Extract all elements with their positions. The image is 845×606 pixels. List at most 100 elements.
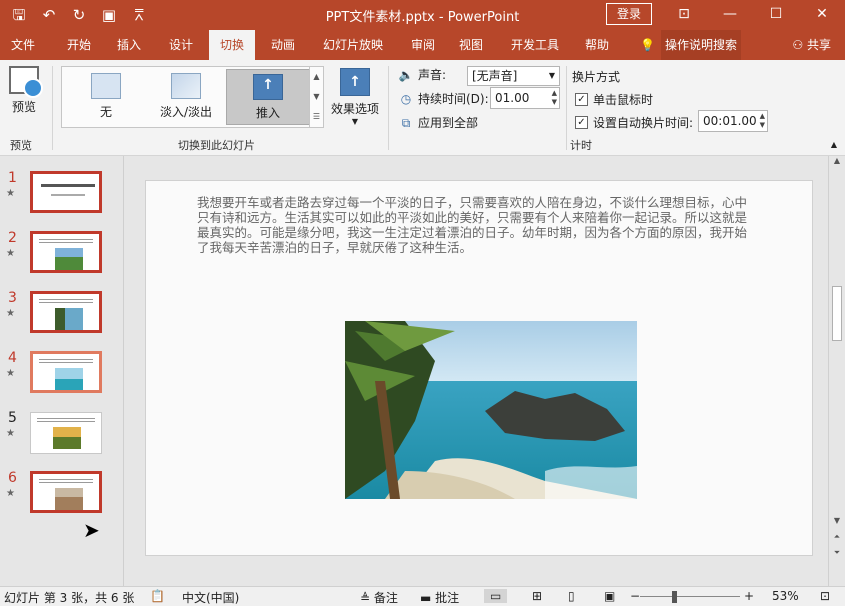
transition-none[interactable]: 无	[64, 69, 148, 125]
preview-icon	[9, 66, 43, 98]
slide-number: 2	[8, 230, 17, 246]
sound-dropdown[interactable]: [无声音] ▼	[467, 66, 560, 86]
tab-review[interactable]: 审阅	[400, 30, 446, 60]
notes-button[interactable]: ≜ 备注	[360, 589, 398, 606]
zoom-in-icon[interactable]: +	[744, 589, 754, 603]
duration-input[interactable]: 01.00 ▲ ▼	[490, 87, 560, 109]
person-icon: ⚇	[792, 38, 804, 52]
transition-fade[interactable]: 淡入/淡出	[144, 69, 228, 125]
language-status[interactable]: 中文(中国)	[182, 589, 239, 606]
scroll-down-icon[interactable]: ▼	[829, 516, 845, 525]
close-icon[interactable]: ✕	[799, 0, 845, 30]
on-click-checkbox[interactable]: ✓ 单击鼠标时	[575, 91, 653, 108]
slide-thumbnail-2[interactable]	[30, 231, 102, 273]
mini-image	[55, 248, 83, 270]
spin-arrows-icon[interactable]: ▲ ▼	[552, 89, 557, 107]
checkbox-checked-icon: ✓	[575, 116, 588, 129]
ribbon-display-icon[interactable]: ⊡	[661, 0, 707, 30]
slide-thumbnail-4[interactable]	[30, 351, 102, 393]
share-button[interactable]: ⚇ 共享	[792, 30, 831, 60]
ribbon-transitions: 预览 预览 无 淡入/淡出 推入 ▲ ▼ ☰ ↑ 效果选项 ▼ 切换到此幻灯片 …	[0, 60, 845, 156]
slide-editor: 我想要开车或者走路去穿过每一个平淡的日子，只需要喜欢的人陪在身边，不谈什么理想目…	[125, 156, 828, 586]
slide-sorter-icon[interactable]: ⊞	[532, 589, 542, 603]
zoom-out-icon[interactable]: −	[630, 589, 640, 603]
tell-me-text: 操作说明搜索	[660, 30, 741, 60]
slide-photo[interactable]	[345, 321, 637, 499]
after-time-value: 00:01.00	[703, 114, 757, 128]
login-button[interactable]: 登录	[606, 3, 652, 25]
next-slide-icon[interactable]: ⏷	[829, 548, 845, 558]
maximize-icon[interactable]: ☐	[753, 0, 799, 30]
tell-me-search[interactable]: 💡 操作说明搜索	[640, 30, 741, 60]
sound-label: 声音:	[418, 68, 447, 82]
transition-none-label: 无	[99, 105, 112, 119]
coastal-photo-image	[345, 321, 637, 499]
scroll-up-icon[interactable]: ▲	[829, 156, 845, 165]
chevron-down-icon: ▼	[548, 71, 555, 80]
window-controls: ⊡ — ☐ ✕	[661, 0, 845, 30]
animation-star-icon: ★	[6, 488, 15, 499]
tab-file[interactable]: 文件	[0, 30, 46, 60]
gallery-up-icon[interactable]: ▲	[310, 67, 323, 87]
slide-number: 1	[8, 170, 17, 186]
after-time-input[interactable]: 00:01.00 ▲ ▼	[698, 110, 768, 132]
tab-help[interactable]: 帮助	[574, 30, 620, 60]
apply-all-button[interactable]: ⧉ 应用到全部	[398, 114, 478, 131]
effect-options-button[interactable]: ↑ 效果选项 ▼	[329, 68, 381, 126]
tab-transitions[interactable]: 切换	[209, 30, 255, 60]
slide-thumbnail-1[interactable]	[30, 171, 102, 213]
zoom-slider-knob[interactable]	[672, 591, 677, 603]
spellcheck-icon[interactable]: 📋	[150, 589, 165, 603]
slide-thumbnail-6[interactable]	[30, 471, 102, 513]
sound-row: 🔈 声音:	[398, 66, 447, 83]
clock-icon: ◷	[400, 91, 412, 106]
slide-paragraph[interactable]: 我想要开车或者走路去穿过每一个平淡的日子，只需要喜欢的人陪在身边，不谈什么理想目…	[197, 195, 759, 255]
mini-image	[55, 488, 83, 510]
zoom-level[interactable]: 53%	[772, 589, 799, 603]
slideshow-view-icon[interactable]: ▣	[604, 589, 615, 603]
slide-number: 3	[8, 290, 17, 306]
slide-thumbnail-5[interactable]	[30, 412, 102, 454]
title-bar: 🖫 ↶ ↻ ▣ ⩞ PPT文件素材.pptx - PowerPoint 登录 ⊡…	[0, 0, 845, 30]
transition-gallery: 无 淡入/淡出 推入 ▲ ▼ ☰	[61, 66, 324, 128]
zoom-slider-track[interactable]	[640, 596, 740, 597]
transition-none-icon	[91, 73, 121, 99]
normal-view-icon[interactable]: ▭	[484, 589, 508, 603]
after-checkbox[interactable]: ✓ 设置自动换片时间:	[575, 114, 693, 131]
mini-subtitle	[51, 194, 85, 196]
transition-push-icon	[253, 74, 283, 100]
tab-developer[interactable]: 开发工具	[504, 30, 566, 60]
mini-text	[39, 359, 93, 365]
mini-text	[39, 239, 93, 245]
tab-home[interactable]: 开始	[56, 30, 102, 60]
slide-thumbnail-3[interactable]	[30, 291, 102, 333]
preview-button[interactable]: 预览	[6, 66, 43, 122]
group-label-timing: 计时	[570, 139, 592, 152]
group-divider	[566, 66, 567, 150]
mini-image	[55, 368, 83, 390]
minimize-icon[interactable]: —	[707, 0, 753, 30]
slide-canvas[interactable]: 我想要开车或者走路去穿过每一个平淡的日子，只需要喜欢的人陪在身边，不谈什么理想目…	[145, 180, 813, 556]
tab-insert[interactable]: 插入	[106, 30, 152, 60]
mini-title	[41, 184, 95, 187]
checkbox-checked-icon: ✓	[575, 93, 588, 106]
tab-slideshow[interactable]: 幻灯片放映	[318, 30, 388, 60]
spin-arrows-icon[interactable]: ▲ ▼	[760, 112, 765, 130]
notes-icon: ≜	[360, 591, 371, 605]
scroll-thumb[interactable]	[832, 286, 842, 341]
fit-to-window-icon[interactable]: ⊡	[820, 589, 830, 603]
gallery-more-icon[interactable]: ☰	[310, 107, 323, 127]
duration-label: 持续时间(D):	[418, 92, 489, 106]
gallery-down-icon[interactable]: ▼	[310, 87, 323, 107]
mini-text	[39, 479, 93, 485]
transition-push[interactable]: 推入	[226, 69, 310, 125]
tab-view[interactable]: 视图	[448, 30, 494, 60]
advance-slide-title: 换片方式	[572, 70, 621, 84]
tab-design[interactable]: 设计	[158, 30, 204, 60]
reading-view-icon[interactable]: ▯	[568, 589, 575, 603]
comments-button[interactable]: ▬ 批注	[420, 589, 459, 606]
tab-animations[interactable]: 动画	[260, 30, 306, 60]
previous-slide-icon[interactable]: ⏶	[829, 532, 845, 542]
collapse-ribbon-icon[interactable]: ▲	[831, 140, 837, 149]
vertical-scrollbar[interactable]: ▲ ▼ ⏶ ⏷	[828, 156, 845, 586]
